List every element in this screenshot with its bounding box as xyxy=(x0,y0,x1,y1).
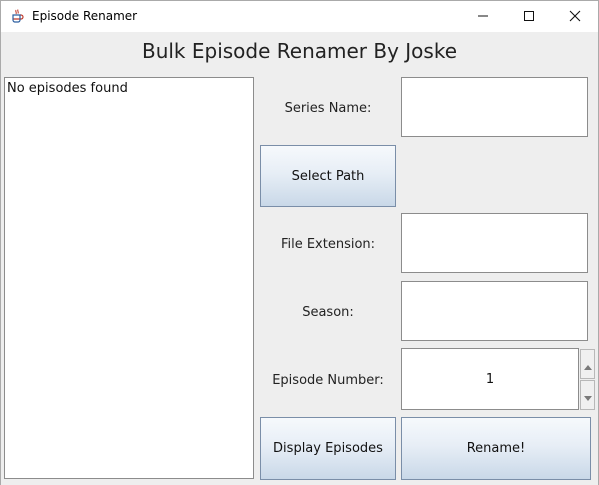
season-label: Season: xyxy=(302,305,354,320)
arrow-up-icon xyxy=(583,355,592,374)
minimize-icon xyxy=(477,7,489,26)
episode-list[interactable]: No episodes found xyxy=(4,77,254,479)
spinner-decrement-button[interactable] xyxy=(580,380,595,410)
maximize-button[interactable] xyxy=(506,1,552,32)
maximize-icon xyxy=(523,7,535,26)
rename-button[interactable]: Rename! xyxy=(401,417,591,480)
close-button[interactable] xyxy=(552,1,598,32)
java-app-icon xyxy=(10,8,26,24)
episode-list-empty-text: No episodes found xyxy=(7,81,128,96)
display-episodes-button[interactable]: Display Episodes xyxy=(260,417,396,480)
page-title: Bulk Episode Renamer By Joske xyxy=(141,39,458,63)
file-extension-label: File Extension: xyxy=(280,237,376,252)
minimize-button[interactable] xyxy=(460,1,506,32)
series-name-field[interactable] xyxy=(401,77,588,137)
title-bar: Episode Renamer xyxy=(1,1,598,32)
episode-number-label: Episode Number: xyxy=(272,373,384,388)
episode-number-spinner: 1 xyxy=(401,348,595,410)
file-extension-field[interactable] xyxy=(401,213,588,273)
arrow-down-icon xyxy=(583,386,592,405)
window-title: Episode Renamer xyxy=(32,9,138,23)
series-name-label: Series Name: xyxy=(284,101,372,116)
app-window: Episode Renamer Bulk Episode Renamer By … xyxy=(0,0,599,485)
select-path-button[interactable]: Select Path xyxy=(260,145,396,207)
episode-number-field[interactable]: 1 xyxy=(401,348,579,410)
close-icon xyxy=(569,7,581,26)
spinner-increment-button[interactable] xyxy=(580,349,595,379)
season-field[interactable] xyxy=(401,281,588,341)
